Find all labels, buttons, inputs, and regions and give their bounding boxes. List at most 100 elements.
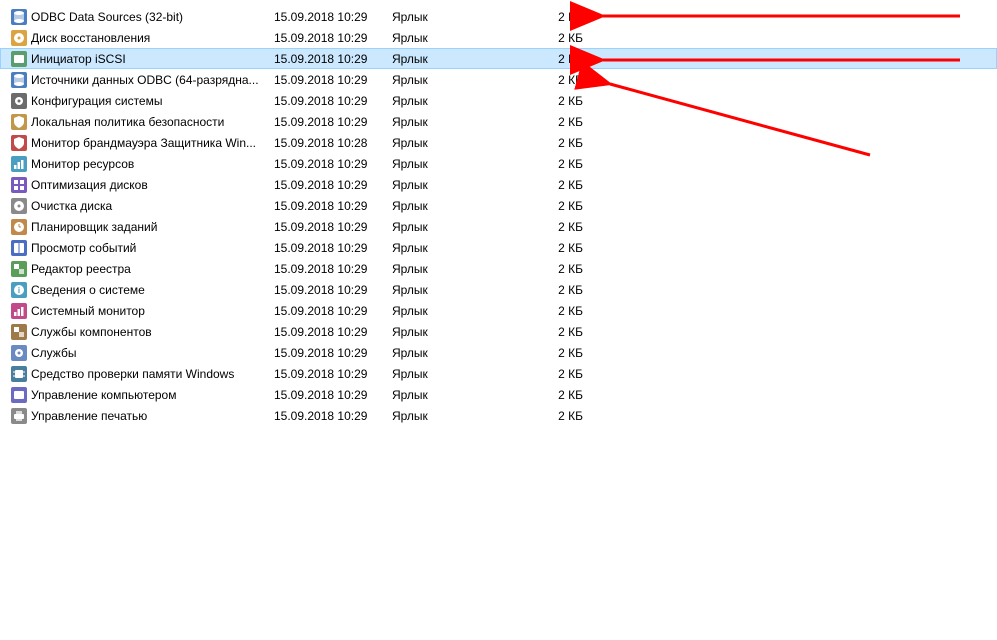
file-date: 15.09.2018 10:29 — [274, 10, 392, 24]
file-row[interactable]: Инициатор iSCSI15.09.2018 10:29Ярлык2 КБ — [0, 48, 997, 69]
file-type: Ярлык — [392, 52, 527, 66]
svg-text:i: i — [18, 286, 20, 295]
component-services-icon — [11, 324, 27, 340]
file-size: 2 КБ — [527, 136, 583, 150]
file-size: 2 КБ — [527, 346, 583, 360]
file-date: 15.09.2018 10:29 — [274, 115, 392, 129]
file-row[interactable]: Средство проверки памяти Windows15.09.20… — [0, 363, 997, 384]
file-row[interactable]: Монитор ресурсов15.09.2018 10:29Ярлык2 К… — [0, 153, 997, 174]
file-name: Управление компьютером — [31, 388, 274, 402]
file-type: Ярлык — [392, 31, 527, 45]
odbc-dsn-icon — [11, 9, 27, 25]
file-name: Инициатор iSCSI — [31, 52, 274, 66]
file-row[interactable]: Источники данных ODBC (64-разрядна...15.… — [0, 69, 997, 90]
file-row[interactable]: Службы15.09.2018 10:29Ярлык2 КБ — [0, 342, 997, 363]
odbc-dsn-icon — [11, 72, 27, 88]
file-row[interactable]: Планировщик заданий15.09.2018 10:29Ярлык… — [0, 216, 997, 237]
file-name: ODBC Data Sources (32-bit) — [31, 10, 274, 24]
file-name: Редактор реестра — [31, 262, 274, 276]
file-row[interactable]: Редактор реестра15.09.2018 10:29Ярлык2 К… — [0, 258, 997, 279]
file-name: Локальная политика безопасности — [31, 115, 274, 129]
memory-diag-icon — [11, 366, 27, 382]
file-date: 15.09.2018 10:29 — [274, 283, 392, 297]
file-date: 15.09.2018 10:29 — [274, 52, 392, 66]
file-size: 2 КБ — [527, 73, 583, 87]
file-type: Ярлык — [392, 283, 527, 297]
system-info-icon: i — [11, 282, 27, 298]
file-name: Диск восстановления — [31, 31, 274, 45]
file-name: Сведения о системе — [31, 283, 274, 297]
file-row[interactable]: Службы компонентов15.09.2018 10:29Ярлык2… — [0, 321, 997, 342]
file-type: Ярлык — [392, 136, 527, 150]
file-size: 2 КБ — [527, 388, 583, 402]
file-row[interactable]: Управление печатью15.09.2018 10:29Ярлык2… — [0, 405, 997, 426]
defrag-icon — [11, 177, 27, 193]
file-date: 15.09.2018 10:28 — [274, 136, 392, 150]
firewall-monitor-icon — [11, 135, 27, 151]
file-row[interactable]: Управление компьютером15.09.2018 10:29Яр… — [0, 384, 997, 405]
file-date: 15.09.2018 10:29 — [274, 241, 392, 255]
file-row[interactable]: ODBC Data Sources (32-bit)15.09.2018 10:… — [0, 6, 997, 27]
file-row[interactable]: Монитор брандмауэра Защитника Win...15.0… — [0, 132, 997, 153]
file-date: 15.09.2018 10:29 — [274, 262, 392, 276]
file-row[interactable]: Локальная политика безопасности15.09.201… — [0, 111, 997, 132]
file-date: 15.09.2018 10:29 — [274, 73, 392, 87]
file-date: 15.09.2018 10:29 — [274, 304, 392, 318]
file-size: 2 КБ — [527, 115, 583, 129]
computer-mgmt-icon — [11, 387, 27, 403]
file-type: Ярлык — [392, 367, 527, 381]
local-security-icon — [11, 114, 27, 130]
file-row[interactable]: Очистка диска15.09.2018 10:29Ярлык2 КБ — [0, 195, 997, 216]
iscsi-icon — [11, 51, 27, 67]
file-date: 15.09.2018 10:29 — [274, 388, 392, 402]
file-date: 15.09.2018 10:29 — [274, 367, 392, 381]
file-name: Системный монитор — [31, 304, 274, 318]
file-size: 2 КБ — [527, 199, 583, 213]
file-type: Ярлык — [392, 304, 527, 318]
file-name: Источники данных ODBC (64-разрядна... — [31, 73, 274, 87]
file-row[interactable]: Просмотр событий15.09.2018 10:29Ярлык2 К… — [0, 237, 997, 258]
file-size: 2 КБ — [527, 283, 583, 297]
file-row[interactable]: i Сведения о системе15.09.2018 10:29Ярлык… — [0, 279, 997, 300]
file-size: 2 КБ — [527, 304, 583, 318]
file-row[interactable]: Системный монитор15.09.2018 10:29Ярлык2 … — [0, 300, 997, 321]
perfmon-icon — [11, 303, 27, 319]
file-type: Ярлык — [392, 220, 527, 234]
task-scheduler-icon — [11, 219, 27, 235]
file-name: Просмотр событий — [31, 241, 274, 255]
file-size: 2 КБ — [527, 157, 583, 171]
file-date: 15.09.2018 10:29 — [274, 346, 392, 360]
file-name: Управление печатью — [31, 409, 274, 423]
file-name: Монитор ресурсов — [31, 157, 274, 171]
file-type: Ярлык — [392, 241, 527, 255]
services-icon — [11, 345, 27, 361]
file-type: Ярлык — [392, 199, 527, 213]
file-name: Средство проверки памяти Windows — [31, 367, 274, 381]
file-size: 2 КБ — [527, 367, 583, 381]
file-name: Очистка диска — [31, 199, 274, 213]
file-row[interactable]: Оптимизация дисков15.09.2018 10:29Ярлык2… — [0, 174, 997, 195]
print-mgmt-icon — [11, 408, 27, 424]
file-type: Ярлык — [392, 409, 527, 423]
file-size: 2 КБ — [527, 325, 583, 339]
file-list[interactable]: ODBC Data Sources (32-bit)15.09.2018 10:… — [0, 0, 997, 426]
disk-cleanup-icon — [11, 198, 27, 214]
event-viewer-icon — [11, 240, 27, 256]
file-name: Службы — [31, 346, 274, 360]
file-type: Ярлык — [392, 10, 527, 24]
resource-monitor-icon — [11, 156, 27, 172]
file-type: Ярлык — [392, 178, 527, 192]
file-size: 2 КБ — [527, 10, 583, 24]
file-type: Ярлык — [392, 388, 527, 402]
file-size: 2 КБ — [527, 409, 583, 423]
file-name: Оптимизация дисков — [31, 178, 274, 192]
file-row[interactable]: Диск восстановления15.09.2018 10:29Ярлык… — [0, 27, 997, 48]
file-date: 15.09.2018 10:29 — [274, 199, 392, 213]
file-name: Монитор брандмауэра Защитника Win... — [31, 136, 274, 150]
system-config-icon — [11, 93, 27, 109]
file-date: 15.09.2018 10:29 — [274, 220, 392, 234]
file-row[interactable]: Конфигурация системы15.09.2018 10:29Ярлы… — [0, 90, 997, 111]
file-date: 15.09.2018 10:29 — [274, 409, 392, 423]
file-type: Ярлык — [392, 346, 527, 360]
file-date: 15.09.2018 10:29 — [274, 325, 392, 339]
